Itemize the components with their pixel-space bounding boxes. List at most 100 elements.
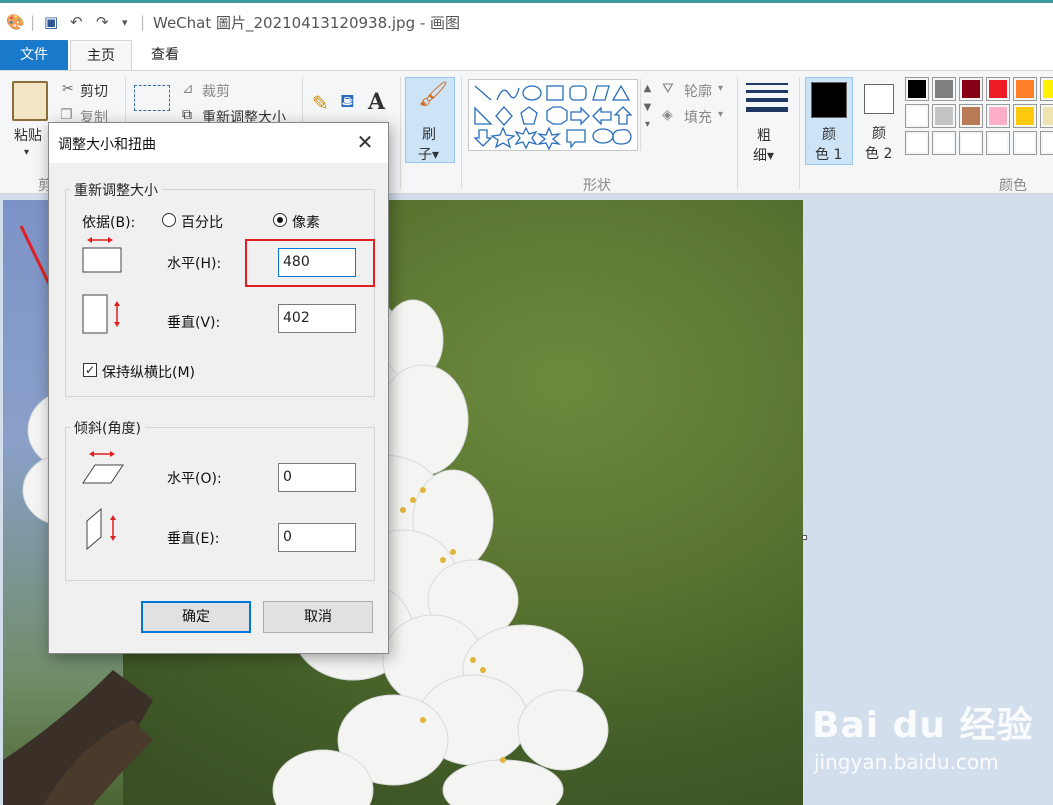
fill-bucket-icon[interactable]: ⛾ (340, 91, 355, 115)
paste-button[interactable]: 粘贴 (14, 125, 42, 145)
separator (461, 77, 462, 189)
color2-button[interactable]: 颜 色 2 (858, 77, 904, 165)
percent-label[interactable]: 百分比 (181, 212, 223, 232)
select-icon[interactable] (134, 85, 170, 111)
fill-button[interactable]: 填充 (684, 107, 712, 127)
palette-swatch[interactable] (1040, 77, 1053, 101)
cut-button[interactable]: 剪切 (80, 81, 108, 101)
palette-swatch[interactable] (959, 77, 983, 101)
save-icon[interactable]: ▣ (44, 13, 58, 31)
palette-swatch-color (1043, 107, 1053, 125)
palette-swatch[interactable] (932, 104, 956, 128)
palette-swatch[interactable] (932, 131, 956, 155)
crop-button[interactable]: 裁剪 (202, 81, 230, 101)
cancel-button[interactable]: 取消 (263, 601, 373, 633)
palette-swatch[interactable] (959, 104, 983, 128)
palette-swatch-color (989, 134, 1007, 152)
scroll-up-icon[interactable]: ▲ (641, 83, 654, 94)
fill-icon: ◈ (662, 107, 673, 123)
by-label: 依据(B): (82, 215, 136, 231)
size-label[interactable]: 粗 (757, 125, 771, 145)
palette-swatch[interactable] (1013, 77, 1037, 101)
pencil-icon[interactable]: ✎ (312, 91, 329, 115)
resize-skew-dialog: 调整大小和扭曲 ✕ 重新调整大小 依据(B): 百分比 像素 水平(H): 48… (48, 122, 389, 654)
brush-icon: 🖌 (418, 80, 449, 108)
palette-swatch-color (1016, 107, 1034, 125)
tab-home[interactable]: 主页 (70, 40, 132, 70)
brushes-button[interactable]: 🖌 刷 子▾ (405, 77, 455, 163)
palette-swatch[interactable] (986, 104, 1010, 128)
outline-button[interactable]: 轮廓 (684, 81, 712, 101)
text-tool-icon[interactable]: A (368, 89, 385, 115)
gallery-expand-icon[interactable]: ▾ (641, 119, 654, 130)
redo-icon[interactable]: ↷ (96, 13, 109, 31)
ok-button[interactable]: 确定 (141, 601, 251, 633)
keep-ratio-checkbox[interactable]: ✓ (83, 363, 97, 377)
palette-swatch[interactable] (1013, 104, 1037, 128)
skew-vertical-input[interactable]: 0 (278, 523, 356, 552)
watermark-brand: Bai du 经验 (812, 705, 1034, 746)
palette-swatch[interactable] (1013, 131, 1037, 155)
color2-label-2: 色 2 (865, 146, 893, 162)
paste-dropdown-icon[interactable]: ▾ (24, 147, 29, 158)
palette-swatch-color (1016, 80, 1034, 98)
resize-horizontal-label: 水平(H): (167, 256, 222, 272)
palette-swatch-color (908, 107, 926, 125)
paint-app-icon[interactable]: 🎨 (6, 13, 25, 31)
palette-swatch[interactable] (986, 131, 1010, 155)
dialog-title: 调整大小和扭曲 (58, 137, 156, 153)
palette-swatch-color (1016, 134, 1034, 152)
palette-swatch[interactable] (1040, 104, 1053, 128)
shapes-gallery[interactable] (468, 79, 638, 151)
palette-swatch-color (935, 80, 953, 98)
resize-vertical-input[interactable]: 402 (278, 304, 356, 333)
size-lines-icon[interactable] (746, 83, 788, 112)
resize-vertical-label: 垂直(V): (167, 315, 221, 331)
palette-swatch[interactable] (959, 131, 983, 155)
canvas-resize-handle[interactable] (802, 535, 807, 540)
undo-icon[interactable]: ↶ (70, 13, 83, 31)
paste-icon[interactable] (12, 81, 48, 121)
scissors-icon[interactable]: ✂ (62, 81, 74, 97)
shapes-icons[interactable] (471, 82, 637, 150)
palette-swatch[interactable] (905, 131, 929, 155)
fill-dropdown-icon: ▾ (718, 109, 724, 120)
skew-group-legend: 倾斜(角度) (70, 418, 145, 438)
keep-ratio-label[interactable]: 保持纵横比(M) (102, 362, 195, 382)
color2-label: 颜 (872, 126, 886, 142)
window-title: WeChat 圖片_20210413120938.jpg - 画图 (153, 14, 461, 32)
palette-swatch-color (908, 134, 926, 152)
separator (799, 77, 800, 189)
colors-group-label: 颜色 (999, 178, 1027, 194)
color2-swatch (864, 84, 894, 114)
scroll-down-icon[interactable]: ▼ (641, 102, 654, 113)
resize-icon[interactable]: ⧉ (182, 107, 192, 123)
color1-button[interactable]: 颜 色 1 (805, 77, 853, 165)
palette-swatch[interactable] (905, 104, 929, 128)
palette-swatch[interactable] (932, 77, 956, 101)
tab-file[interactable]: 文件 (0, 40, 68, 70)
skew-horizontal-input[interactable]: 0 (278, 463, 356, 492)
customize-toolbar-icon[interactable]: ▾ (122, 16, 128, 29)
color1-label-2: 色 1 (815, 147, 843, 163)
skew-vertical-icon (86, 507, 116, 551)
palette-swatch[interactable] (986, 77, 1010, 101)
size-label-2[interactable]: 细▾ (753, 145, 774, 165)
percent-radio[interactable] (162, 213, 176, 227)
skew-horizontal-icon (82, 451, 124, 484)
color1-swatch (811, 82, 847, 118)
resize-vertical-icon (82, 294, 120, 334)
palette-swatch-color (908, 80, 926, 98)
annotation-highlight-box (245, 239, 375, 287)
close-icon[interactable]: ✕ (342, 123, 388, 161)
palette-swatch-color (989, 80, 1007, 98)
baidu-watermark: Bai du 经验 jingyan.baidu.com (808, 688, 1048, 788)
pixels-radio[interactable] (273, 213, 287, 227)
palette-swatch[interactable] (1040, 131, 1053, 155)
palette-swatch-color (962, 80, 980, 98)
pixels-label[interactable]: 像素 (292, 212, 320, 232)
shapes-scroll[interactable]: ▲ ▼ ▾ (640, 79, 654, 151)
palette-swatch[interactable] (905, 77, 929, 101)
tab-view[interactable]: 查看 (136, 40, 194, 70)
palette-swatch-color (962, 134, 980, 152)
